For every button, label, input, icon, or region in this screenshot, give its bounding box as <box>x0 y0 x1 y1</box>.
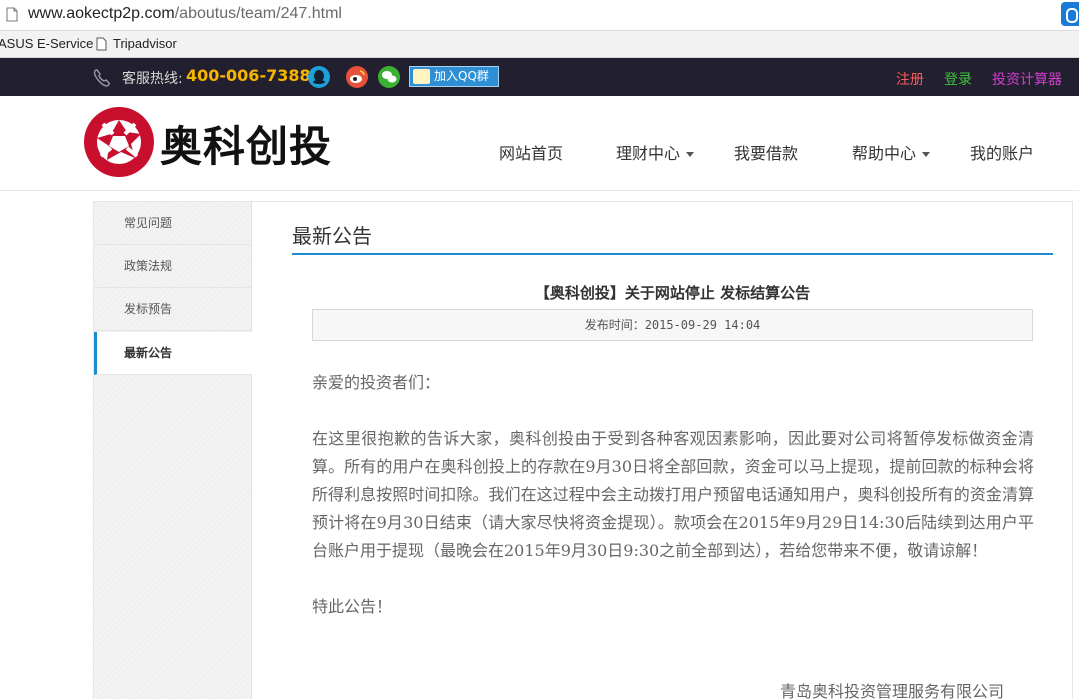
nav-account[interactable]: 我的账户 <box>970 140 1034 164</box>
weibo-icon[interactable] <box>346 66 368 88</box>
article-body: 亲爱的投资者们： 在这里很抱歉的告诉大家，奥科创投由于受到各种客观因素影响，因此… <box>312 369 1034 649</box>
logo-text[interactable]: 奥科创投 <box>160 113 332 174</box>
article-paragraph: 在这里很抱歉的告诉大家，奥科创投由于受到各种客观因素影响，因此要对公司将暂停发标… <box>312 429 1034 560</box>
nav-finance-label: 理财中心 <box>616 144 681 163</box>
register-link[interactable]: 注册 <box>896 69 924 89</box>
calculator-link[interactable]: 投资计算器 <box>992 69 1062 89</box>
qq-group-label: 加入QQ群 <box>434 69 489 83</box>
article-closing: 特此公告！ <box>312 597 393 616</box>
nav-help[interactable]: 帮助中心 <box>852 140 931 164</box>
bookmark-label: Tripadvisor <box>113 36 177 51</box>
nav-home[interactable]: 网站首页 <box>499 140 563 164</box>
article-greeting: 亲爱的投资者们： <box>312 373 441 392</box>
url-text[interactable]: www.aokectp2p.com/aboutus/team/247.html <box>28 5 342 23</box>
nav-finance[interactable]: 理财中心 <box>616 140 695 164</box>
nav-borrow[interactable]: 我要借款 <box>734 140 798 164</box>
join-qq-group-button[interactable]: 加入QQ群 <box>409 66 499 87</box>
logo-icon[interactable] <box>83 106 155 178</box>
bookmarks-bar: ASUS E-Service Tripadvisor <box>0 31 1079 58</box>
main-panel: 常见问题 政策法规 发标预告 最新公告 最新公告 【奥科创投】关于网站停止 发标… <box>93 201 1073 699</box>
bookmark-tripadvisor[interactable]: Tripadvisor <box>96 36 177 51</box>
bookmark-asus[interactable]: ASUS E-Service <box>0 36 93 51</box>
article-title: 【奥科创投】关于网站停止 发标结算公告 <box>534 284 811 302</box>
phone-icon <box>93 69 110 87</box>
qq-group-icon <box>413 69 430 84</box>
sidebar-item-announcements[interactable]: 最新公告 <box>94 332 252 375</box>
section-title: 最新公告 <box>292 224 372 248</box>
article-signature: 青岛奥科投资管理服务有限公司 <box>780 682 1005 699</box>
publish-time: 发布时间：2015-09-29 14:04 <box>312 309 1033 341</box>
page-icon <box>6 7 18 22</box>
chevron-down-icon <box>922 152 931 157</box>
wechat-icon[interactable] <box>378 66 400 88</box>
hotline-label: 客服热线: <box>122 71 183 87</box>
url-path: /aboutus/team/247.html <box>174 5 342 22</box>
bookmark-page-icon <box>96 37 107 50</box>
sidebar-item-policy[interactable]: 政策法规 <box>94 245 252 288</box>
sidebar-item-faq[interactable]: 常见问题 <box>94 202 252 245</box>
sidebar: 常见问题 政策法规 发标预告 最新公告 <box>94 202 252 699</box>
address-bar[interactable]: www.aokectp2p.com/aboutus/team/247.html <box>0 0 1079 31</box>
chevron-down-icon <box>686 152 695 157</box>
login-link[interactable]: 登录 <box>944 69 972 89</box>
url-host: www.aokectp2p.com <box>28 5 175 22</box>
nav-help-label: 帮助中心 <box>852 144 917 163</box>
top-bar: 客服热线: 400-006-7388 加入QQ群 注册 登录 投资计算器 <box>0 58 1079 96</box>
hotline-number: 400-006-7388 <box>186 66 311 85</box>
extension-icon[interactable] <box>1061 2 1079 26</box>
qq-icon[interactable] <box>308 66 330 88</box>
sidebar-item-preview[interactable]: 发标预告 <box>94 288 252 331</box>
site-header: 奥科创投 网站首页 理财中心 我要借款 帮助中心 我的账户 <box>0 96 1079 191</box>
title-divider <box>292 253 1053 255</box>
